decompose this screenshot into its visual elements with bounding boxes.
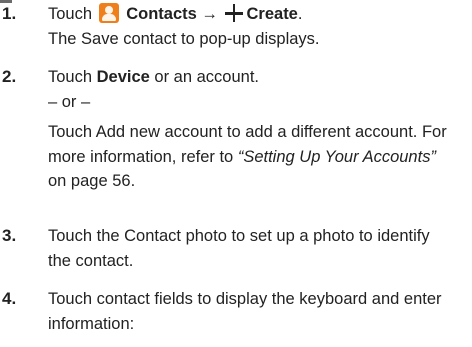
touch-text: Touch [48,5,93,23]
step-4-line-2: information: [48,314,135,333]
or-account-text: or an account. [149,68,259,86]
step-2-para-line-3: on page 56. [48,172,136,190]
plus-icon [224,4,243,22]
step-number: 3. [2,226,17,245]
step-2-para-line-2: more information, refer to “Setting Up Y… [48,145,468,170]
step-2-line-1: Touch Device or an account. [48,65,468,90]
step-text: Touch contact fields to display the keyb… [48,287,468,336]
step-text: Touch Device or an account. – or – Touch… [48,65,468,194]
create-label: Create [246,5,298,23]
contacts-app-icon [98,3,119,23]
step-4-line-1: Touch contact fields to display the keyb… [48,290,442,308]
manual-page: 1. Touch Contacts → Create. The Save con… [0,0,472,347]
step-number: 4. [2,289,17,308]
step-text: Touch the Contact photo to set up a phot… [48,224,468,273]
step-3-line-2: the contact. [48,251,134,270]
step-number: 2. [2,67,17,86]
refer-text: more information, refer to [48,147,238,166]
step-3-line-1: Touch the Contact photo to set up a phot… [48,227,430,245]
cross-reference-link[interactable]: “Setting Up Your Accounts” [238,148,436,166]
touch-text: Touch [48,68,97,86]
step-1-line-2: The Save contact to pop-up displays. [48,29,320,48]
step-text: Touch Contacts → Create. The Save contac… [48,2,468,51]
contacts-label: Contacts [126,5,197,23]
or-separator: – or – [48,92,91,111]
step-number: 1. [2,4,17,23]
step-2-para-line-1: Touch Add new account to add a different… [48,123,447,141]
device-label: Device [96,68,150,86]
right-arrow: → [201,5,218,23]
period: . [297,5,303,23]
step-1-line-1: Touch Contacts → Create. [48,2,468,27]
